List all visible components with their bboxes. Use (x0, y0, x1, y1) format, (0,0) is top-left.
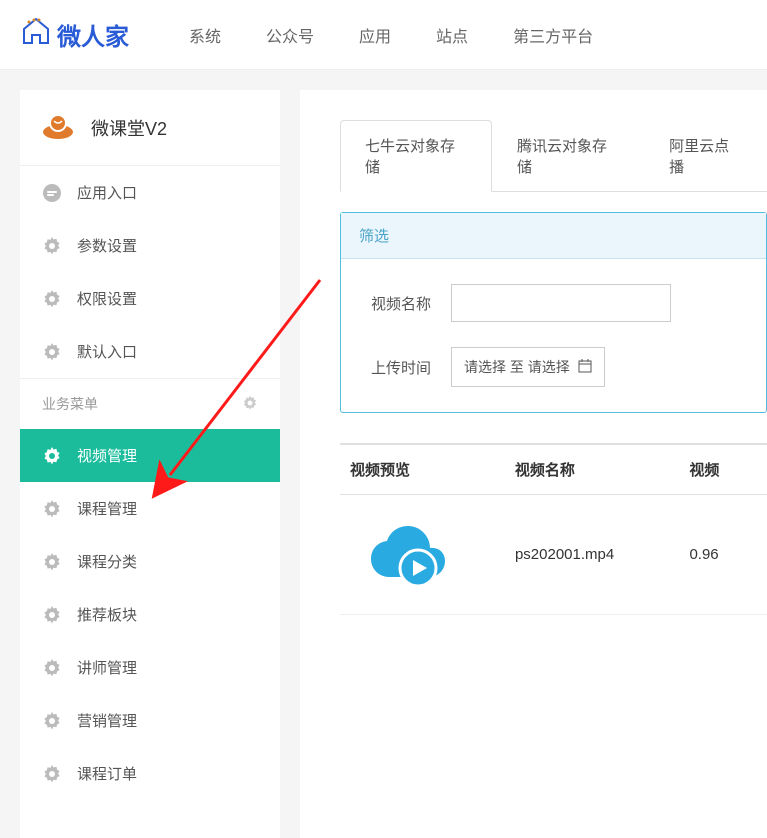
logo-icon (20, 17, 52, 52)
gear-icon (42, 289, 62, 309)
calendar-icon (578, 359, 592, 376)
video-preview-icon[interactable] (340, 513, 515, 596)
sidebar-item-permission[interactable]: 权限设置 (20, 272, 280, 325)
sidebar-item-marketing[interactable]: 营销管理 (20, 694, 280, 747)
sidebar-item-label: 应用入口 (77, 182, 137, 203)
sidebar-item-label: 视频管理 (77, 445, 137, 466)
sidebar-item-course-manage[interactable]: 课程管理 (20, 482, 280, 535)
sidebar-item-label: 课程分类 (77, 551, 137, 572)
gear-icon (42, 499, 62, 519)
filter-row-name: 视频名称 (371, 284, 736, 322)
top-nav: 系统 公众号 应用 站点 第三方平台 (189, 23, 593, 47)
sidebar-item-label: 课程管理 (77, 498, 137, 519)
gear-icon (42, 236, 62, 256)
video-name-input[interactable] (451, 284, 671, 322)
sidebar-item-course-category[interactable]: 课程分类 (20, 535, 280, 588)
sidebar-item-label: 课程订单 (77, 763, 137, 784)
video-name-cell: ps202001.mp4 (515, 546, 690, 563)
video-table: 视频预览 视频名称 视频 ps202001.mp4 0.96 (340, 443, 767, 615)
sidebar: 微课堂V2 应用入口 参数设置 权限设置 默认入口 业务菜单 (20, 90, 280, 838)
filter-row-time: 上传时间 请选择 至 请选择 (371, 347, 736, 387)
sidebar-item-default-entry[interactable]: 默认入口 (20, 325, 280, 378)
chat-icon (42, 183, 62, 203)
sidebar-group-label: 业务菜单 (42, 394, 98, 414)
filter-title: 筛选 (341, 213, 766, 259)
sidebar-item-label: 推荐板块 (77, 604, 137, 625)
sidebar-item-teacher-manage[interactable]: 讲师管理 (20, 641, 280, 694)
gear-icon (42, 446, 62, 466)
col-header-preview: 视频预览 (340, 459, 515, 480)
sidebar-group-header: 业务菜单 (20, 378, 280, 429)
tab-qiniu[interactable]: 七牛云对象存储 (340, 120, 492, 192)
gear-icon (42, 764, 62, 784)
col-header-name: 视频名称 (515, 459, 690, 480)
gear-icon (42, 552, 62, 572)
gear-icon (42, 711, 62, 731)
date-placeholder: 请选择 至 请选择 (464, 357, 570, 377)
tab-tencent[interactable]: 腾讯云对象存储 (492, 120, 644, 192)
sidebar-item-featured[interactable]: 推荐板块 (20, 588, 280, 641)
sidebar-item-label: 营销管理 (77, 710, 137, 731)
app-icon (40, 108, 76, 147)
logo[interactable]: 微人家 (20, 17, 129, 52)
gear-icon[interactable] (242, 395, 258, 414)
topnav-official-account[interactable]: 公众号 (266, 23, 314, 47)
top-header: 微人家 系统 公众号 应用 站点 第三方平台 (0, 0, 767, 70)
sidebar-item-label: 参数设置 (77, 235, 137, 256)
sidebar-app-header: 微课堂V2 (20, 90, 280, 165)
table-row: ps202001.mp4 0.96 (340, 495, 767, 615)
sidebar-item-course-order[interactable]: 课程订单 (20, 747, 280, 800)
sidebar-main-section: 应用入口 参数设置 权限设置 默认入口 (20, 165, 280, 378)
filter-name-label: 视频名称 (371, 293, 451, 314)
logo-text: 微人家 (57, 17, 129, 52)
topnav-thirdparty[interactable]: 第三方平台 (513, 23, 593, 47)
topnav-app[interactable]: 应用 (359, 23, 391, 47)
video-size-cell: 0.96 (689, 546, 767, 563)
sidebar-item-video-manage[interactable]: 视频管理 (20, 429, 280, 482)
topnav-system[interactable]: 系统 (189, 23, 221, 47)
sidebar-item-label: 权限设置 (77, 288, 137, 309)
main-content: 七牛云对象存储 腾讯云对象存储 阿里云点播 筛选 视频名称 上传时间 请选择 至… (300, 90, 767, 838)
sidebar-item-label: 默认入口 (77, 341, 137, 362)
sidebar-item-label: 讲师管理 (77, 657, 137, 678)
col-header-size: 视频 (689, 459, 767, 480)
filter-time-label: 上传时间 (371, 357, 451, 378)
gear-icon (42, 658, 62, 678)
storage-tabs: 七牛云对象存储 腾讯云对象存储 阿里云点播 (340, 120, 767, 192)
sidebar-item-app-entry[interactable]: 应用入口 (20, 166, 280, 219)
sidebar-item-params[interactable]: 参数设置 (20, 219, 280, 272)
gear-icon (42, 342, 62, 362)
topnav-site[interactable]: 站点 (436, 23, 468, 47)
table-header: 视频预览 视频名称 视频 (340, 443, 767, 495)
tab-aliyun[interactable]: 阿里云点播 (644, 120, 767, 192)
app-title: 微课堂V2 (91, 115, 167, 141)
gear-icon (42, 605, 62, 625)
filter-panel: 筛选 视频名称 上传时间 请选择 至 请选择 (340, 212, 767, 413)
date-range-picker[interactable]: 请选择 至 请选择 (451, 347, 605, 387)
